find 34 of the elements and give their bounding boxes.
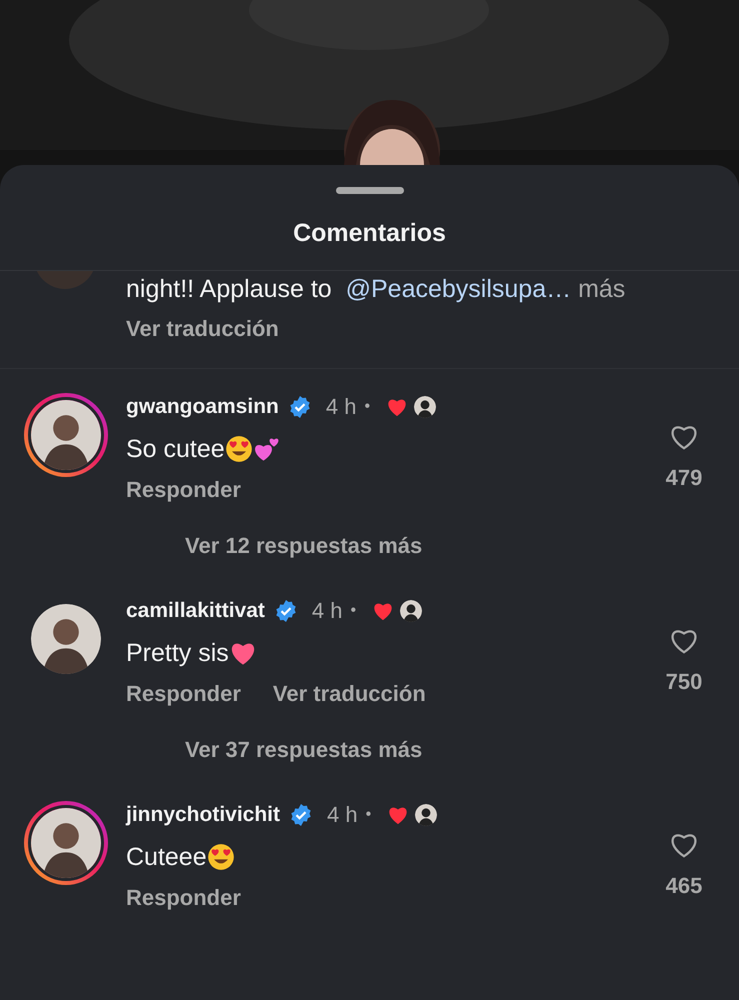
comment-action-link[interactable]: Responder bbox=[126, 681, 241, 707]
creator-avatar-icon bbox=[414, 396, 436, 418]
sheet-title: Comentarios bbox=[0, 219, 739, 271]
comment-text: night!! Applause to @Peacebysilsupa… más bbox=[126, 275, 626, 304]
comment-text: So cutee bbox=[126, 434, 225, 464]
separator-dot: • bbox=[350, 602, 356, 620]
mention-link[interactable]: @Peacebysilsupa… bbox=[346, 275, 572, 303]
timestamp: 4 h bbox=[312, 598, 342, 624]
username[interactable]: gwangoamsinn bbox=[126, 395, 279, 419]
separator-dot: • bbox=[366, 806, 372, 824]
like-icon[interactable] bbox=[669, 831, 699, 859]
comment-action-link[interactable]: Responder bbox=[126, 885, 241, 911]
timestamp: 4 h bbox=[326, 394, 356, 420]
translate-link[interactable]: Ver traducción bbox=[126, 316, 279, 342]
comment-action-link[interactable]: Responder bbox=[126, 477, 241, 503]
comment-action-link[interactable]: Ver traducción bbox=[272, 681, 426, 707]
drag-handle[interactable] bbox=[336, 187, 404, 194]
like-count: 750 bbox=[666, 669, 702, 695]
username[interactable]: jinnychotivichit bbox=[126, 803, 280, 827]
timestamp: 4 h bbox=[327, 802, 358, 828]
separator-dot: • bbox=[364, 398, 370, 416]
heart-eyes-emoji-icon bbox=[224, 435, 253, 463]
heart-eyes-emoji-icon bbox=[206, 843, 235, 871]
like-count: 479 bbox=[666, 465, 702, 491]
comment-text: Pretty sis bbox=[126, 638, 229, 668]
creator-avatar-icon bbox=[400, 600, 422, 622]
like-icon[interactable] bbox=[669, 423, 699, 451]
like-icon[interactable] bbox=[669, 627, 699, 655]
comment-text: Cuteee bbox=[126, 842, 207, 872]
creator-avatar-icon bbox=[415, 804, 438, 826]
username[interactable]: camillakittivat bbox=[126, 599, 265, 623]
view-replies-link[interactable]: Ver 37 respuestas más bbox=[185, 737, 422, 762]
like-count: 465 bbox=[666, 873, 702, 899]
view-replies-link[interactable]: Ver 12 respuestas más bbox=[185, 533, 422, 558]
